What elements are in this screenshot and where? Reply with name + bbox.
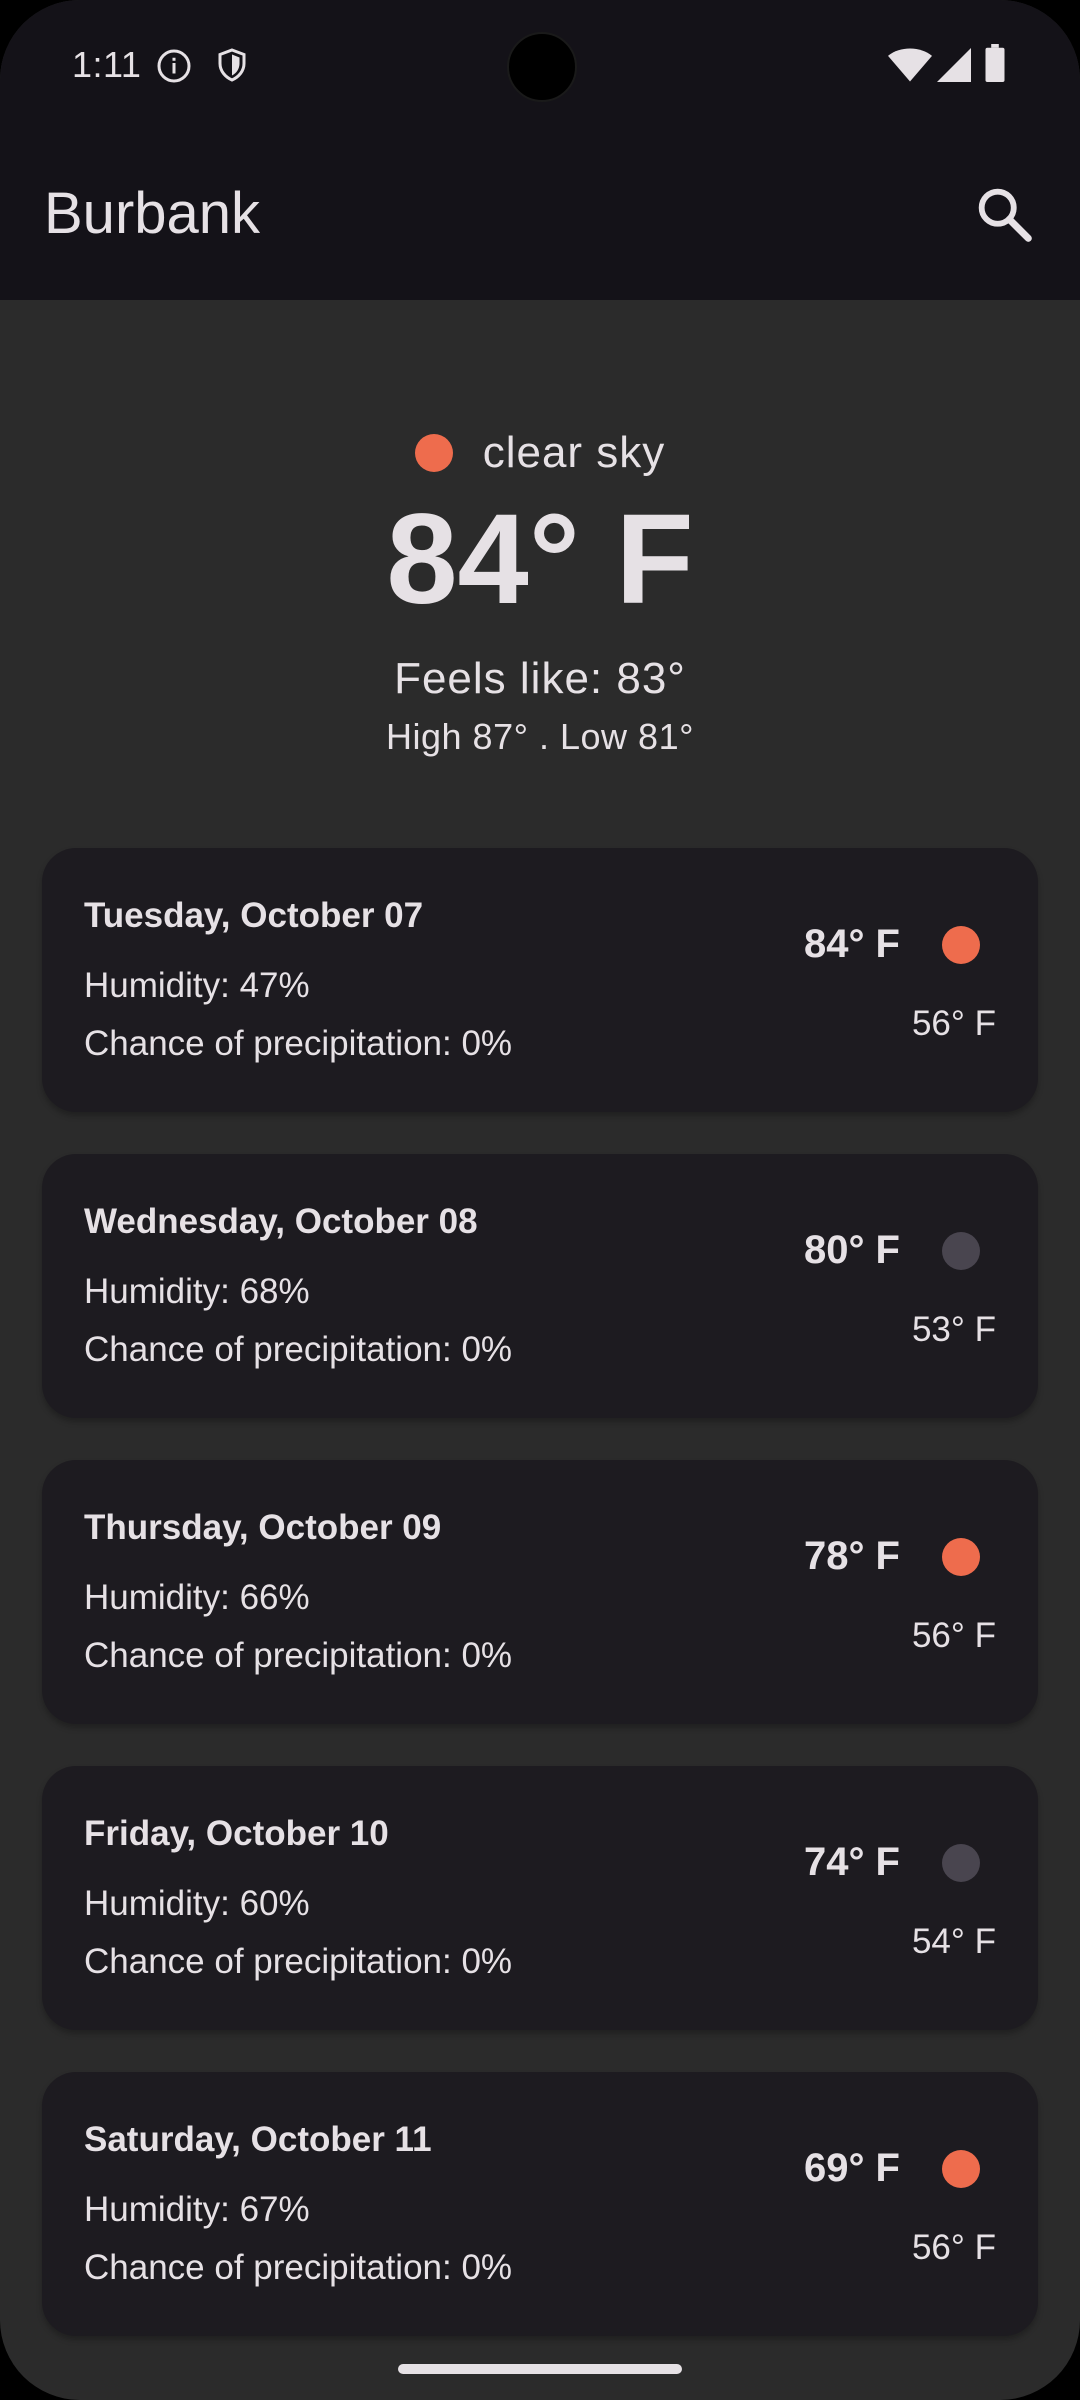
phone-screen: 1:11 Burbank clear sky 84° F Feels like:…	[0, 0, 1080, 2400]
forecast-humidity: Humidity: 60%	[84, 1884, 310, 1923]
forecast-indicator-dot	[942, 1232, 980, 1270]
forecast-date: Tuesday, October 07	[84, 896, 424, 935]
forecast-precipitation: Chance of precipitation: 0%	[84, 1024, 513, 1063]
forecast-humidity: Humidity: 66%	[84, 1578, 310, 1617]
cell-signal-icon	[937, 48, 971, 82]
status-time: 1:11	[72, 44, 142, 85]
current-weather: clear sky 84° F Feels like: 83° High 87°…	[0, 300, 1080, 820]
search-icon	[978, 188, 1032, 242]
high-low: High 87° . Low 81°	[386, 716, 694, 757]
forecast-precipitation: Chance of precipitation: 0%	[84, 1330, 513, 1369]
forecast-card[interactable]: Thursday, October 09 Humidity: 66% Chanc…	[42, 1460, 1038, 1724]
forecast-date: Friday, October 10	[84, 1814, 389, 1853]
forecast-date: Thursday, October 09	[84, 1508, 442, 1547]
forecast-high: 74° F	[803, 1840, 900, 1884]
feels-like: Feels like: 83°	[394, 654, 686, 703]
forecast-indicator-dot	[942, 926, 980, 964]
forecast-high: 84° F	[803, 922, 900, 966]
forecast-low: 56° F	[911, 2228, 996, 2267]
app-bar: Burbank	[0, 130, 1080, 300]
forecast-indicator-dot	[942, 1844, 980, 1882]
forecast-card[interactable]: Friday, October 10 Humidity: 60% Chance …	[42, 1766, 1038, 2030]
condition-indicator-dot	[414, 434, 453, 472]
forecast-high: 80° F	[803, 1228, 900, 1272]
forecast-card[interactable]: Tuesday, October 07 Humidity: 47% Chance…	[42, 848, 1038, 1112]
condition-text: clear sky	[482, 428, 666, 477]
forecast-precipitation: Chance of precipitation: 0%	[84, 1942, 513, 1981]
gesture-nav-handle[interactable]	[398, 2364, 682, 2374]
search-button[interactable]	[970, 180, 1040, 250]
forecast-humidity: Humidity: 47%	[84, 966, 310, 1005]
forecast-low: 56° F	[911, 1616, 996, 1655]
condition-row: clear sky	[0, 428, 1080, 488]
forecast-humidity: Humidity: 68%	[84, 1272, 310, 1311]
info-icon	[157, 49, 191, 83]
forecast-indicator-dot	[942, 2150, 980, 2188]
forecast-precipitation: Chance of precipitation: 0%	[84, 2248, 513, 2287]
forecast-low: 53° F	[911, 1310, 996, 1349]
forecast-list: Tuesday, October 07 Humidity: 47% Chance…	[42, 848, 1038, 2378]
forecast-indicator-dot	[942, 1538, 980, 1576]
camera-cutout	[507, 32, 577, 102]
city-title: Burbank	[44, 181, 261, 246]
forecast-date: Saturday, October 11	[84, 2120, 432, 2159]
forecast-card[interactable]: Wednesday, October 08 Humidity: 68% Chan…	[42, 1154, 1038, 1418]
status-bar: 1:11	[0, 0, 1080, 130]
shield-icon	[218, 48, 246, 82]
forecast-precipitation: Chance of precipitation: 0%	[84, 1636, 513, 1675]
wifi-icon	[888, 48, 932, 82]
forecast-humidity: Humidity: 67%	[84, 2190, 310, 2229]
current-temperature: 84° F	[386, 488, 694, 631]
forecast-date: Wednesday, October 08	[84, 1202, 478, 1241]
forecast-low: 56° F	[911, 1004, 996, 1043]
forecast-low: 54° F	[911, 1922, 996, 1961]
battery-icon	[985, 44, 1005, 82]
forecast-card[interactable]: Saturday, October 11 Humidity: 67% Chanc…	[42, 2072, 1038, 2336]
forecast-high: 78° F	[803, 1534, 900, 1578]
forecast-high: 69° F	[803, 2146, 900, 2190]
